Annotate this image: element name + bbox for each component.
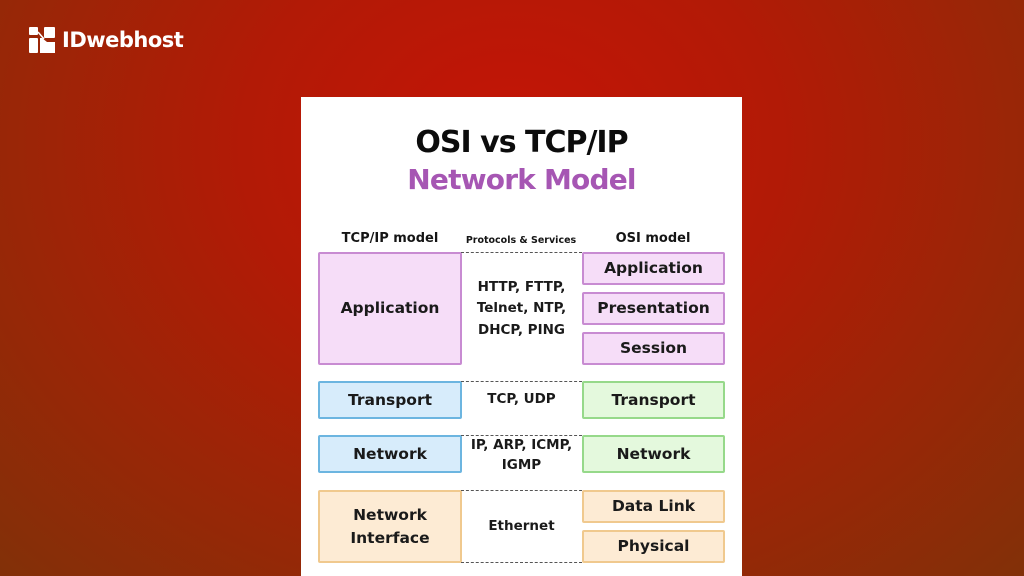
protocols-application: HTTP, FTTP, Telnet, NTP, DHCP, PING — [461, 252, 582, 365]
tcpip-layer-network: Network — [318, 435, 462, 473]
layer-line: Network — [353, 506, 427, 525]
tcpip-column-header: TCP/IP model — [341, 231, 439, 246]
brand-logo: IDwebhost — [29, 27, 184, 53]
osi-layer-transport: Transport — [582, 381, 725, 419]
diagram-card: OSI vs TCP/IP Network Model TCP/IP model… — [301, 97, 742, 576]
osi-layer-physical: Physical — [582, 530, 725, 563]
tcpip-layer-transport: Transport — [318, 381, 462, 419]
layer-line: Interface — [350, 528, 430, 547]
osi-column-header: OSI model — [615, 231, 691, 246]
osi-layer-network: Network — [582, 435, 725, 473]
osi-layer-data-link: Data Link — [582, 490, 725, 523]
osi-layer-presentation: Presentation — [582, 292, 725, 325]
protocol-line: Telnet, NTP, — [476, 300, 567, 317]
protocol-line: IP, ARP, ICMP, — [470, 437, 573, 453]
protocols-transport: TCP, UDP — [461, 381, 582, 419]
protocols-column-header: Protocols & Services — [465, 235, 577, 246]
idwebhost-logo-icon — [29, 27, 55, 53]
diagram-title: OSI vs TCP/IP — [415, 125, 628, 160]
protocols-network-interface: Ethernet — [461, 490, 582, 563]
brand-name: IDwebhost — [62, 28, 184, 52]
tcpip-layer-application: Application — [318, 252, 462, 365]
protocol-line: HTTP, FTTP, — [477, 278, 566, 295]
osi-layer-session: Session — [582, 332, 725, 365]
protocol-line: DHCP, PING — [478, 321, 565, 338]
protocol-line: Ethernet — [488, 517, 555, 534]
protocol-line: TCP, UDP — [487, 391, 556, 407]
osi-layer-application: Application — [582, 252, 725, 285]
protocols-network: IP, ARP, ICMP, IGMP — [461, 435, 582, 475]
diagram-subtitle: Network Model — [407, 163, 636, 196]
tcpip-layer-network-interface: Network Interface — [318, 490, 462, 563]
protocol-line: IGMP — [501, 456, 542, 473]
